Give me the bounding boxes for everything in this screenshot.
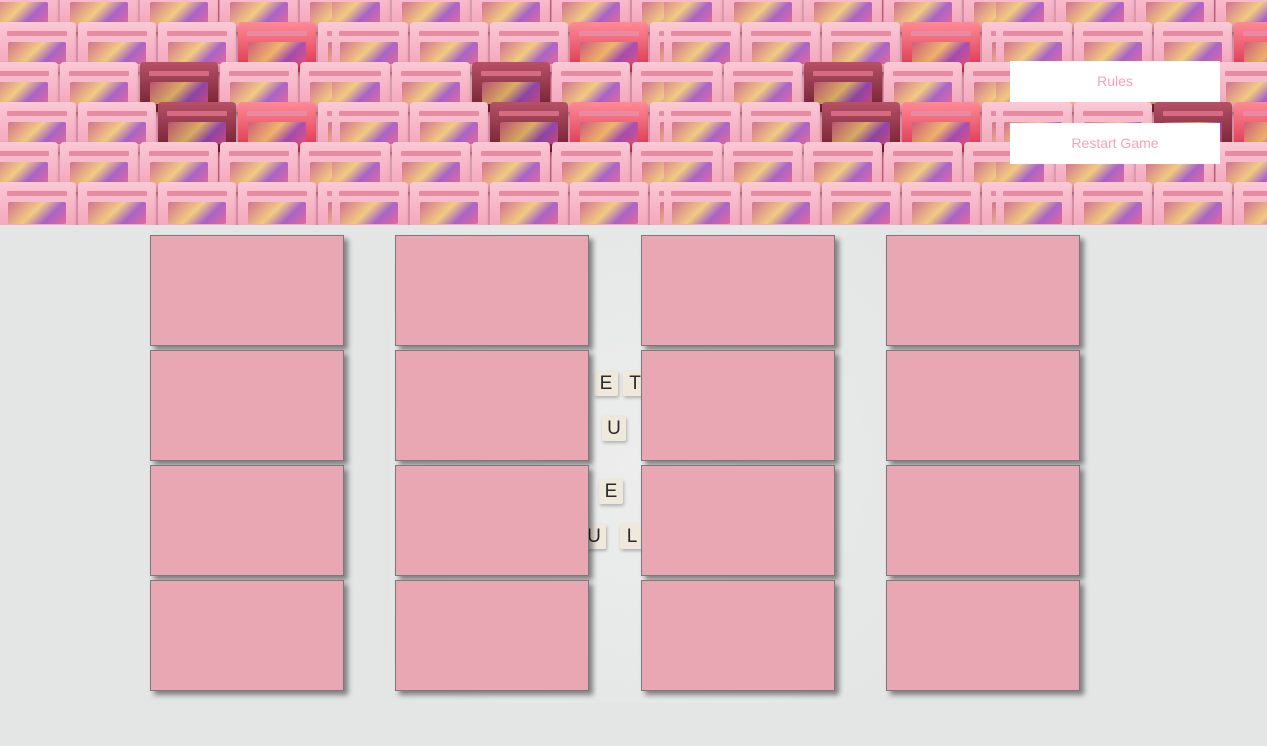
- banner-tile: [332, 0, 664, 225]
- game-cartridge: [1234, 182, 1267, 225]
- memory-card[interactable]: [395, 350, 589, 461]
- game-cartridge: [78, 182, 156, 225]
- rules-button[interactable]: Rules: [1010, 61, 1220, 102]
- game-cartridge: [822, 182, 900, 225]
- memory-card[interactable]: [641, 235, 835, 346]
- game-cartridge: [902, 182, 980, 225]
- memory-card[interactable]: [641, 580, 835, 691]
- game-cartridge: [570, 182, 648, 225]
- game-cartridge: [982, 182, 996, 225]
- game-cartridge: [0, 182, 76, 225]
- memory-card[interactable]: [150, 350, 344, 461]
- memory-card[interactable]: [150, 465, 344, 576]
- game-cartridge: [1154, 182, 1232, 225]
- restart-game-button[interactable]: Restart Game: [1010, 123, 1220, 164]
- game-cartridge: [650, 182, 664, 225]
- game-cartridge: [318, 182, 332, 225]
- game-cartridge: [238, 182, 316, 225]
- memory-card[interactable]: [395, 580, 589, 691]
- memory-card[interactable]: [886, 465, 1080, 576]
- memory-card[interactable]: [641, 350, 835, 461]
- letter-tile: E: [599, 479, 623, 504]
- game-cartridge: [490, 182, 568, 225]
- game-cartridge: [410, 182, 488, 225]
- banner-tile: [0, 0, 332, 225]
- memory-card[interactable]: [641, 465, 835, 576]
- game-cartridge: [158, 182, 236, 225]
- memory-card[interactable]: [395, 235, 589, 346]
- game-cartridge: [1074, 182, 1152, 225]
- memory-card[interactable]: [150, 235, 344, 346]
- game-cartridge: [332, 182, 408, 225]
- game-board-area: E T U E U L: [0, 225, 1267, 746]
- memory-card[interactable]: [886, 235, 1080, 346]
- game-cartridge: [996, 182, 1072, 225]
- letter-tile: E: [594, 371, 618, 396]
- letter-tile: U: [602, 416, 626, 441]
- header-banner: Rules Restart Game: [0, 0, 1267, 225]
- memory-card[interactable]: [886, 580, 1080, 691]
- memory-card[interactable]: [395, 465, 589, 576]
- banner-tile: [996, 0, 1267, 225]
- game-cartridge: [664, 182, 740, 225]
- banner-tile: [664, 0, 996, 225]
- memory-card[interactable]: [150, 580, 344, 691]
- memory-card[interactable]: [886, 350, 1080, 461]
- game-cartridge: [742, 182, 820, 225]
